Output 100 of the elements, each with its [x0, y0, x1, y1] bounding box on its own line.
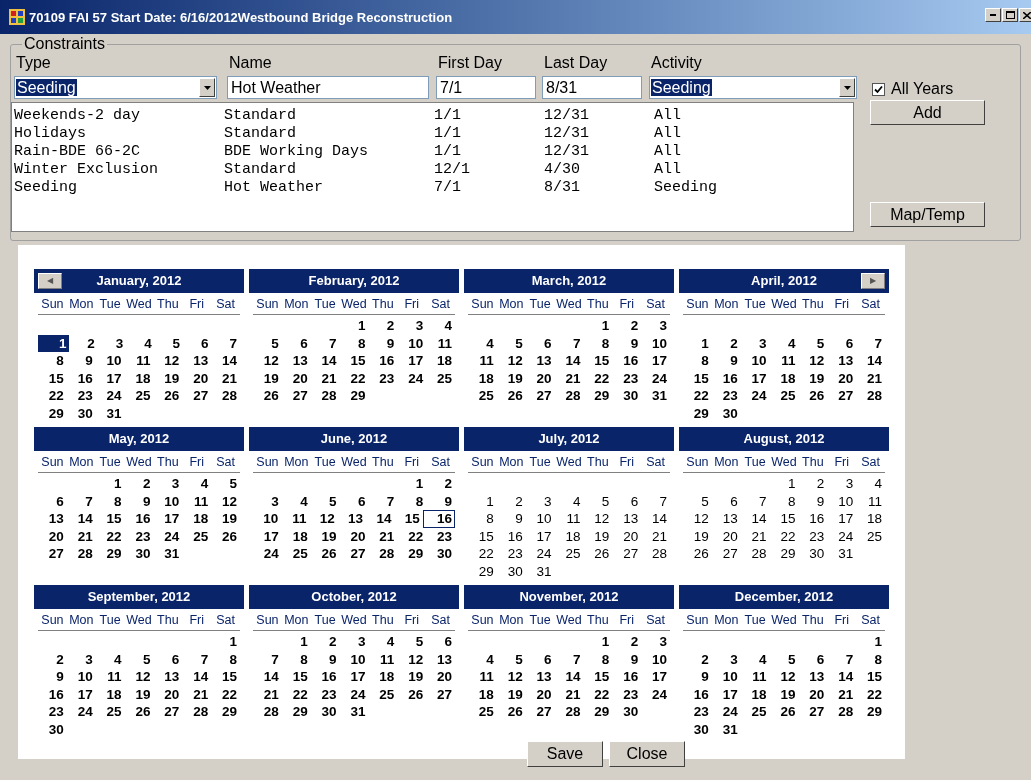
selected-day-cell[interactable]: 1 [38, 334, 70, 352]
day-cell[interactable]: 13 [292, 352, 311, 370]
day-cell[interactable]: 31 [838, 545, 857, 563]
day-cell[interactable]: 28 [652, 545, 670, 563]
day-cell[interactable]: 21 [222, 369, 240, 387]
day-cell[interactable]: 2 [630, 317, 642, 335]
day-cell[interactable]: 28 [379, 545, 398, 563]
day-cell[interactable]: 22 [594, 369, 613, 387]
day-cell[interactable]: 18 [379, 668, 398, 686]
day-cell[interactable]: 24 [350, 685, 369, 703]
day-cell[interactable]: 27 [437, 685, 455, 703]
day-cell[interactable]: 21 [263, 685, 282, 703]
day-cell[interactable]: 27 [193, 387, 212, 405]
day-cell[interactable]: 4 [759, 650, 770, 668]
day-cell[interactable]: 24 [536, 545, 555, 563]
day-cell[interactable]: 12 [507, 668, 526, 686]
day-cell[interactable]: 29 [106, 545, 125, 563]
day-cell[interactable]: 28 [263, 703, 282, 721]
day-cell[interactable]: 30 [623, 703, 642, 721]
day-cell[interactable]: 7 [271, 650, 282, 668]
day-cell[interactable]: 21 [751, 527, 770, 545]
day-cell[interactable]: 11 [380, 650, 398, 668]
day-cell[interactable]: 18 [867, 510, 885, 528]
day-cell[interactable]: 3 [415, 317, 427, 335]
day-cell[interactable]: 30 [693, 720, 712, 738]
day-cell[interactable]: 1 [300, 633, 311, 651]
day-cell[interactable]: 18 [478, 369, 497, 387]
day-cell[interactable]: 22 [106, 527, 125, 545]
day-cell[interactable]: 26 [263, 387, 282, 405]
day-cell[interactable]: 11 [136, 352, 154, 370]
day-cell[interactable]: 21 [565, 369, 584, 387]
day-cell[interactable]: 6 [300, 334, 311, 352]
day-cell[interactable]: 13 [437, 650, 455, 668]
day-cell[interactable]: 2 [816, 475, 828, 493]
day-cell[interactable]: 19 [135, 685, 154, 703]
map-temp-button[interactable]: Map/Temp [870, 202, 985, 227]
day-cell[interactable]: 31 [536, 562, 555, 580]
day-cell[interactable]: 18 [135, 369, 154, 387]
day-cell[interactable]: 5 [787, 650, 799, 668]
day-cell[interactable]: 14 [193, 668, 212, 686]
day-cell[interactable]: 13 [48, 510, 67, 528]
day-cell[interactable]: 15 [594, 352, 613, 370]
day-cell[interactable]: 4 [114, 650, 125, 668]
day-cell[interactable]: 8 [701, 352, 712, 370]
day-cell[interactable]: 25 [437, 369, 455, 387]
day-cell[interactable]: 26 [321, 545, 340, 563]
day-cell[interactable]: 26 [809, 387, 828, 405]
day-cell[interactable]: 24 [838, 527, 857, 545]
day-cell[interactable]: 13 [838, 352, 857, 370]
day-cell[interactable]: 17 [263, 527, 282, 545]
day-cell[interactable]: 29 [780, 545, 799, 563]
day-cell[interactable]: 3 [544, 492, 555, 510]
day-cell[interactable]: 29 [693, 404, 712, 422]
day-cell[interactable]: 5 [172, 334, 184, 352]
day-cell[interactable]: 24 [751, 387, 770, 405]
day-cell[interactable]: 7 [386, 492, 398, 510]
day-cell[interactable]: 17 [652, 352, 670, 370]
day-cell[interactable]: 29 [292, 703, 311, 721]
day-cell[interactable]: 29 [594, 387, 613, 405]
day-cell[interactable]: 17 [751, 369, 770, 387]
day-cell[interactable]: 22 [350, 369, 369, 387]
day-cell[interactable]: 20 [838, 369, 857, 387]
day-cell[interactable]: 23 [623, 369, 642, 387]
day-cell[interactable]: 15 [48, 369, 67, 387]
day-cell[interactable]: 26 [780, 703, 799, 721]
day-cell[interactable]: 26 [222, 527, 240, 545]
day-cell[interactable]: 6 [357, 492, 369, 510]
day-cell[interactable]: 31 [350, 703, 369, 721]
input-field[interactable]: Hot Weather [227, 76, 429, 99]
day-cell[interactable]: 12 [507, 352, 526, 370]
day-cell[interactable]: 4 [386, 633, 398, 651]
day-cell[interactable]: 10 [408, 334, 427, 352]
day-cell[interactable]: 2 [730, 334, 741, 352]
day-cell[interactable]: 23 [437, 527, 455, 545]
day-cell[interactable]: 24 [164, 527, 183, 545]
day-cell[interactable]: 3 [659, 633, 670, 651]
day-cell[interactable]: 22 [478, 545, 497, 563]
day-cell[interactable]: 23 [722, 387, 741, 405]
day-cell[interactable]: 25 [106, 703, 125, 721]
day-cell[interactable]: 12 [408, 650, 427, 668]
day-cell[interactable]: 9 [630, 334, 642, 352]
minimize-icon[interactable] [985, 8, 1001, 22]
day-cell[interactable]: 13 [193, 352, 212, 370]
day-cell[interactable]: 6 [201, 334, 212, 352]
day-cell[interactable]: 15 [350, 352, 369, 370]
day-cell[interactable]: 30 [623, 387, 642, 405]
day-cell[interactable]: 23 [48, 703, 67, 721]
day-cell[interactable]: 16 [623, 668, 642, 686]
day-cell[interactable]: 26 [164, 387, 183, 405]
day-cell[interactable]: 27 [48, 545, 67, 563]
day-cell[interactable]: 31 [164, 545, 183, 563]
day-cell[interactable]: 22 [222, 685, 240, 703]
day-cell[interactable]: 12 [693, 510, 712, 528]
day-cell[interactable]: 17 [77, 685, 96, 703]
day-cell[interactable]: 24 [652, 369, 670, 387]
day-cell[interactable]: 10 [751, 352, 770, 370]
day-cell[interactable]: 26 [594, 545, 613, 563]
day-cell[interactable]: 5 [142, 650, 154, 668]
day-cell[interactable]: 12 [135, 668, 154, 686]
day-cell[interactable]: 9 [515, 510, 526, 528]
